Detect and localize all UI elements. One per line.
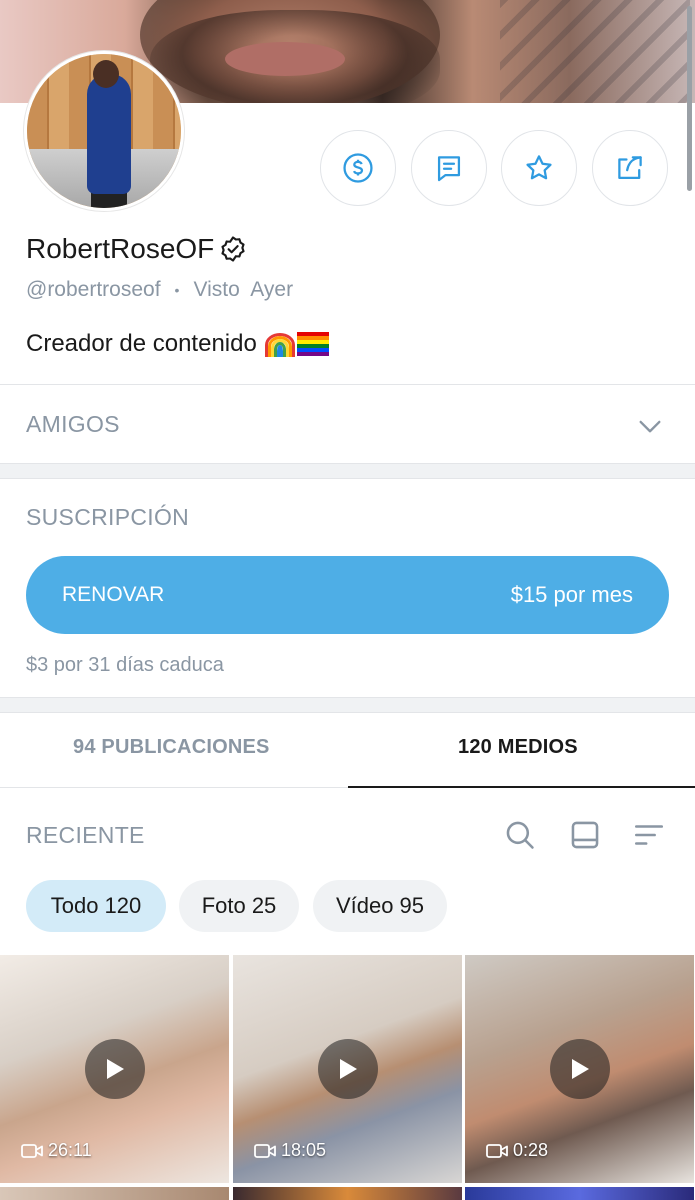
play-icon[interactable]	[84, 1039, 145, 1099]
sort-label[interactable]: RECIENTE	[26, 822, 145, 849]
verified-badge-icon	[221, 236, 245, 262]
chevron-down-icon[interactable]	[636, 412, 664, 440]
media-item[interactable]	[465, 1187, 694, 1200]
renew-price: $15 por mes	[510, 582, 633, 607]
media-item[interactable]	[233, 1187, 462, 1200]
handle-row: @robertroseof • Visto Ayer	[26, 278, 293, 302]
video-duration: 18:05	[253, 1140, 326, 1161]
media-item[interactable]: 18:05	[233, 955, 462, 1183]
filter-all[interactable]: Todo 120	[26, 880, 166, 932]
grid-view-icon[interactable]	[568, 818, 602, 852]
last-seen: Visto Ayer	[193, 278, 294, 301]
username: @robertroseof	[26, 278, 161, 301]
pride-flag-emoji	[296, 332, 329, 356]
scrollbar[interactable]	[687, 6, 692, 191]
tab-media[interactable]: 120 MEDIOS	[458, 736, 578, 759]
star-icon	[526, 155, 552, 180]
share-icon	[618, 156, 642, 180]
filter-video[interactable]: Vídeo 95	[313, 880, 447, 932]
renew-button[interactable]: RENOVAR $15 por mes	[26, 556, 669, 634]
message-button[interactable]	[411, 130, 487, 206]
separator-dot: •	[174, 282, 180, 298]
filter-photo[interactable]: Foto 25	[179, 880, 299, 932]
tab-posts[interactable]: 94 PUBLICACIONES	[73, 736, 270, 759]
video-duration: 0:28	[485, 1140, 548, 1161]
share-button[interactable]	[592, 130, 668, 206]
video-duration: 26:11	[20, 1140, 92, 1161]
video-camera-icon	[254, 1143, 276, 1158]
display-name: RobertRoseOF	[26, 233, 215, 264]
video-camera-icon	[486, 1143, 508, 1158]
profile-name-row: RobertRoseOF	[26, 233, 248, 265]
rainbow-emoji	[264, 331, 295, 357]
dollar-circle-icon	[343, 153, 373, 183]
friends-title[interactable]: AMIGOS	[26, 411, 120, 438]
favorite-button[interactable]	[501, 130, 577, 206]
active-tab-indicator	[348, 786, 695, 788]
media-item[interactable]	[0, 1187, 229, 1200]
video-camera-icon	[21, 1143, 43, 1158]
subscription-title: SUSCRIPCIÓN	[26, 504, 190, 530]
play-icon[interactable]	[317, 1039, 378, 1099]
message-icon	[437, 156, 461, 182]
search-icon[interactable]	[503, 818, 537, 852]
tip-button[interactable]	[320, 130, 396, 206]
avatar[interactable]	[24, 51, 184, 211]
bio: Creador de contenido	[26, 330, 329, 358]
media-item[interactable]: 0:28	[465, 955, 694, 1183]
bio-text: Creador de contenido	[26, 330, 257, 357]
media-item[interactable]: 26:11	[0, 955, 229, 1183]
renew-label: RENOVAR	[62, 583, 165, 606]
sort-icon[interactable]	[632, 818, 666, 852]
expire-note: $3 por 31 días caduca	[26, 654, 224, 676]
play-icon[interactable]	[549, 1039, 610, 1099]
